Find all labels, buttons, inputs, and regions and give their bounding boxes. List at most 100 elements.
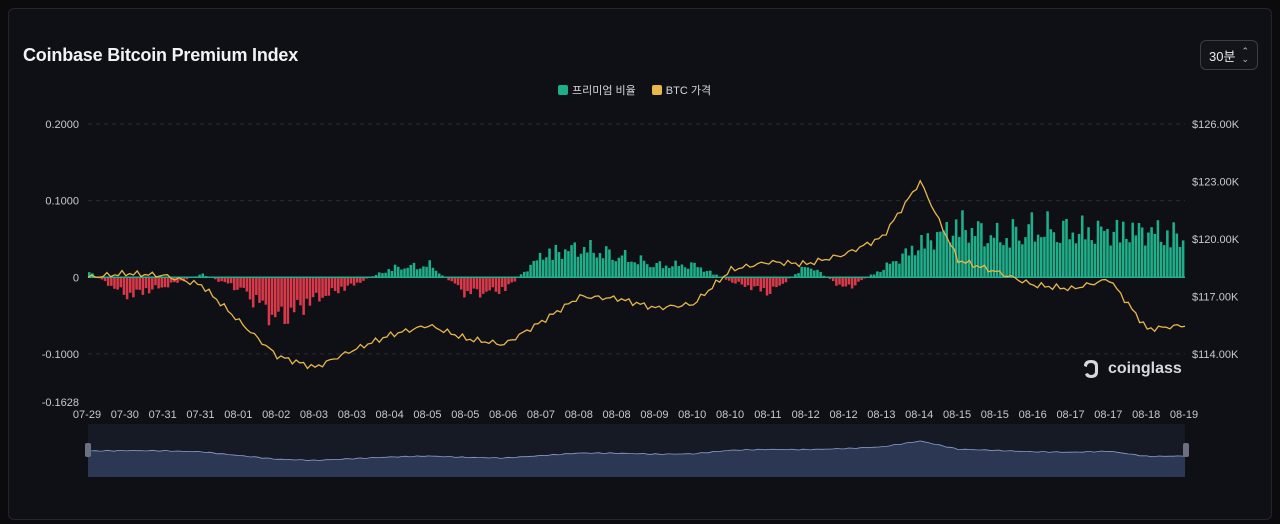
premium-bar xyxy=(157,277,160,289)
x-tick-label: 07-31 xyxy=(149,409,177,421)
premium-bar xyxy=(387,269,391,278)
premium-bar xyxy=(1134,235,1138,278)
premium-bar xyxy=(491,277,495,288)
x-tick-label: 08-10 xyxy=(678,409,706,421)
premium-bar xyxy=(305,277,309,299)
premium-bar xyxy=(882,269,885,278)
premium-bar xyxy=(459,277,463,290)
premium-bar xyxy=(548,248,551,278)
x-tick-label: 08-08 xyxy=(603,409,631,421)
premium-bar xyxy=(482,277,485,294)
premium-bar xyxy=(147,277,151,294)
x-tick-label: 08-02 xyxy=(262,409,290,421)
premium-bar xyxy=(472,277,476,289)
premium-bar xyxy=(412,262,416,278)
premium-bar xyxy=(466,277,469,292)
premium-bar xyxy=(163,277,167,288)
x-tick-label: 07-30 xyxy=(111,409,139,421)
premium-bar xyxy=(1090,240,1093,278)
premium-bar xyxy=(456,277,460,286)
premium-bar xyxy=(951,235,955,278)
premium-bar xyxy=(945,222,948,278)
premium-bar xyxy=(1121,221,1125,278)
premium-bar xyxy=(961,210,964,278)
premium-bar xyxy=(813,270,816,278)
premium-bar xyxy=(1156,220,1160,278)
x-tick-label: 08-05 xyxy=(413,409,441,421)
premium-bar xyxy=(390,270,394,278)
premium-bar xyxy=(270,277,274,315)
premium-bar xyxy=(1014,226,1018,278)
right-tick-label: $114.00K xyxy=(1192,349,1239,361)
x-tick-label: 08-01 xyxy=(224,409,252,421)
right-tick-label: $126.00K xyxy=(1192,119,1240,131)
premium-bar xyxy=(337,277,340,294)
premium-bar xyxy=(888,263,892,278)
premium-bar xyxy=(242,277,246,288)
premium-bar xyxy=(1074,243,1078,278)
premium-bar xyxy=(705,270,709,278)
premium-bar xyxy=(406,267,409,278)
premium-bar xyxy=(318,277,321,302)
premium-bar xyxy=(1140,227,1144,278)
premium-bar xyxy=(409,264,413,278)
premium-bar xyxy=(403,268,406,278)
premium-chart[interactable]: 0.2000 0.1000 0 -0.1000 -0.1628 $126.00K $123… xyxy=(0,0,1280,524)
premium-bar xyxy=(958,237,961,278)
premium-bar xyxy=(923,248,926,278)
left-axis: 0.2000 0.1000 0 -0.1000 -0.1628 xyxy=(42,119,79,409)
premium-bar xyxy=(734,277,737,284)
premium-bar xyxy=(636,264,640,278)
premium-bar xyxy=(570,245,573,278)
premium-bar xyxy=(573,242,576,278)
premium-bar xyxy=(885,262,889,278)
premium-bar xyxy=(1071,232,1075,278)
premium-bar xyxy=(277,277,280,312)
x-tick-label: 08-13 xyxy=(867,409,895,421)
premium-bar xyxy=(355,277,359,283)
premium-bar xyxy=(633,262,636,278)
premium-bar xyxy=(1039,237,1043,278)
x-tick-label: 08-16 xyxy=(1019,409,1047,421)
premium-bar xyxy=(352,277,356,286)
premium-bar xyxy=(116,277,119,290)
premium-bar xyxy=(1077,233,1081,278)
premium-bar xyxy=(1128,242,1131,278)
x-tick-label: 08-17 xyxy=(1094,409,1122,421)
premium-bar xyxy=(901,253,904,278)
premium-bar xyxy=(425,266,428,278)
premium-bar xyxy=(942,230,945,278)
premium-bar xyxy=(1115,219,1119,278)
premium-bar xyxy=(349,277,353,284)
premium-bar xyxy=(507,277,510,285)
premium-bar xyxy=(1052,232,1056,278)
premium-bar xyxy=(418,268,422,278)
x-tick-label: 08-09 xyxy=(640,409,668,421)
premium-bar xyxy=(598,253,602,278)
premium-bar xyxy=(422,266,425,278)
premium-bar xyxy=(393,264,397,278)
premium-bar xyxy=(601,258,605,278)
premium-bar xyxy=(1118,242,1122,278)
premium-bar xyxy=(939,231,942,278)
premium-bar xyxy=(582,246,586,278)
premium-bar xyxy=(151,277,154,290)
premium-bar xyxy=(898,263,901,278)
premium-bar xyxy=(592,252,595,278)
premium-bar xyxy=(289,277,293,308)
premium-bar xyxy=(1106,228,1109,278)
premium-bar xyxy=(690,262,693,278)
premium-bar xyxy=(1036,234,1040,278)
premium-bar xyxy=(935,232,939,278)
premium-bar xyxy=(564,249,567,278)
premium-bar xyxy=(775,277,778,288)
premium-bar xyxy=(661,268,665,278)
premium-bar xyxy=(125,277,129,300)
premium-bar xyxy=(1178,246,1182,278)
premium-bar xyxy=(1024,237,1027,278)
premium-bar xyxy=(560,258,564,278)
premium-bar xyxy=(649,267,652,278)
premium-bar xyxy=(1096,220,1100,278)
premium-bar xyxy=(343,277,346,291)
premium-bar xyxy=(1112,231,1116,278)
